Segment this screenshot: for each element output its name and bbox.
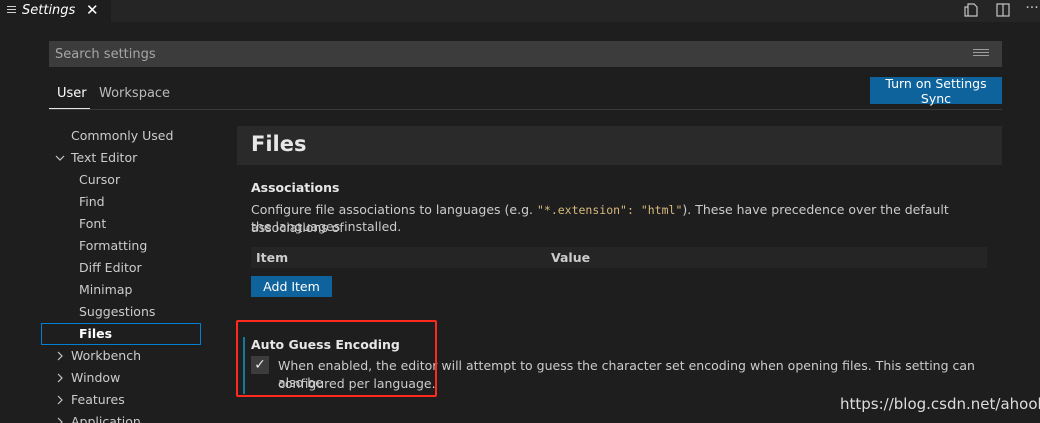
toc-selection-highlight [41,323,201,345]
toc-item-application[interactable]: Application [71,411,141,423]
chevron-right-icon[interactable] [55,351,65,361]
toc-item-commonly-used[interactable]: Commonly Used [71,125,173,147]
editor-tab-bar: Settings ✕ ··· [0,0,1040,22]
toc-item-cursor[interactable]: Cursor [79,169,120,191]
associations-table-header: Item Value [251,247,987,268]
associations-title: Associations [251,180,340,195]
chevron-right-icon[interactable] [55,417,65,423]
toc-item-diff-editor[interactable]: Diff Editor [79,257,142,279]
red-annotation-box [236,320,437,397]
section-header: Files [237,126,1002,165]
tab-user[interactable]: User [57,86,87,101]
search-box [49,41,1002,67]
divider [49,109,1002,110]
toc-item-workbench[interactable]: Workbench [71,345,141,367]
tab-title: Settings [22,3,76,18]
split-editor-icon[interactable] [995,2,1011,18]
tab-workspace[interactable]: Workspace [99,86,170,101]
toc-item-find[interactable]: Find [79,191,105,213]
toc-item-minimap[interactable]: Minimap [79,279,132,301]
settings-tab[interactable]: Settings ✕ [0,0,111,22]
chevron-down-icon[interactable] [55,153,65,163]
toc-item-features[interactable]: Features [71,389,125,411]
settings-list-icon [7,6,16,16]
column-item: Item [256,250,289,265]
open-json-icon[interactable] [963,2,979,18]
section-title: Files [251,132,307,156]
column-value: Value [551,250,591,265]
settings-sync-button[interactable]: Turn on Settings Sync [870,76,1002,106]
toc-item-files[interactable]: Files [79,323,112,345]
toc-item-formatting[interactable]: Formatting [79,235,147,257]
associations-description-line2: the languages installed. [251,219,402,234]
close-icon[interactable]: ✕ [86,1,99,19]
watermark: https://blog.csdn.net/ahook [840,395,1040,413]
search-input[interactable] [49,41,949,67]
toc-item-font[interactable]: Font [79,213,106,235]
toc-item-suggestions[interactable]: Suggestions [79,301,155,323]
chevron-right-icon[interactable] [55,395,65,405]
add-item-button[interactable]: Add Item [251,276,332,297]
more-actions-icon[interactable]: ··· [1024,0,1040,16]
filter-settings-icon[interactable] [973,49,989,59]
code-snippet: "*.extension": "html" [536,203,683,217]
chevron-right-icon[interactable] [55,373,65,383]
toc-item-window[interactable]: Window [71,367,120,389]
toc-item-text-editor[interactable]: Text Editor [71,147,137,169]
